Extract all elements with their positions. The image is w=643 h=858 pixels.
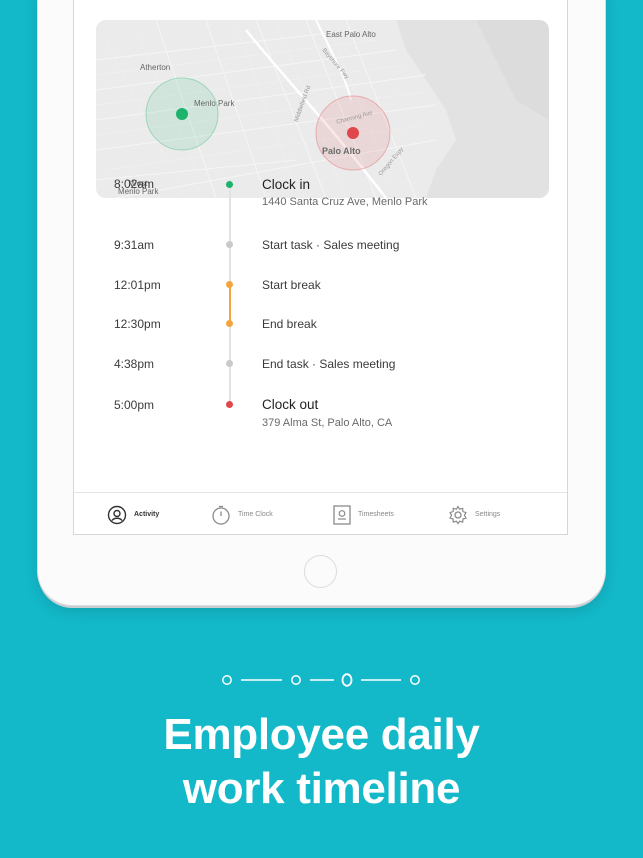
page-indicator — [220, 672, 422, 693]
timeline-time: 8:02am — [114, 177, 155, 191]
map-graphic — [96, 20, 549, 198]
tab-timesheets[interactable]: Timesheets — [333, 493, 394, 534]
headline: Employee daily work timeline — [0, 708, 643, 816]
timeline-time: 12:30pm — [114, 317, 161, 331]
timesheet-icon — [333, 504, 351, 525]
timeline-dot-clock-out — [226, 401, 233, 408]
page-dot[interactable] — [291, 675, 301, 685]
clock-out-location-pin[interactable] — [347, 127, 359, 139]
tab-label: Settings — [475, 511, 501, 518]
timeline-event: End task · Sales meeting — [262, 357, 396, 371]
timeline-time: 5:00pm — [114, 398, 155, 412]
gear-icon — [449, 504, 467, 525]
timeline-dot-break — [226, 320, 233, 327]
timeline-event: Start task · Sales meeting — [262, 238, 400, 252]
app-screen: Atherton Menlo Park West Menlo Park East… — [73, 0, 568, 535]
timeline-dot-clock-in — [226, 181, 233, 188]
map-label-atherton: Atherton — [140, 63, 171, 72]
timeline-break-connector — [229, 284, 231, 324]
map-label-menlo-park: Menlo Park — [194, 99, 235, 108]
headline-line-2: work timeline — [182, 764, 461, 813]
activity-icon — [107, 505, 127, 524]
timeline-dot-task — [226, 360, 233, 367]
map-label-east-palo-alto: East Palo Alto — [326, 30, 376, 39]
page-dot[interactable] — [410, 675, 420, 685]
tablet-frame: Atherton Menlo Park West Menlo Park East… — [38, 0, 605, 605]
stopwatch-icon — [212, 505, 230, 525]
timeline-event-clock-out: Clock out — [262, 397, 319, 412]
tab-label: Time Clock — [238, 511, 273, 518]
timeline-time: 9:31am — [114, 238, 155, 252]
timeline-dot-break — [226, 281, 233, 288]
map-label-palo-alto: Palo Alto — [322, 146, 361, 156]
tab-label: Timesheets — [358, 511, 394, 518]
timeline-event: Start break — [262, 278, 321, 292]
home-button[interactable] — [304, 555, 337, 588]
timeline-address: 379 Alma St, Palo Alto, CA — [262, 417, 393, 429]
tab-activity[interactable]: Activity — [107, 493, 160, 534]
tab-time-clock[interactable]: Time Clock — [211, 493, 273, 534]
timeline-time: 4:38pm — [114, 357, 155, 371]
page-dot[interactable] — [222, 675, 232, 685]
timeline-connector — [229, 245, 231, 284]
bottom-tab-bar: Activity Time Clock Timesheets Settings — [74, 492, 567, 534]
clock-in-location-pin[interactable] — [176, 108, 188, 120]
timeline-event: End break — [262, 317, 317, 331]
page-dot-active[interactable] — [341, 673, 353, 687]
timeline-event-clock-in: Clock in — [262, 177, 311, 192]
tab-settings[interactable]: Settings — [448, 493, 501, 534]
timeline-address: 1440 Santa Cruz Ave, Menlo Park — [262, 196, 428, 208]
headline-line-1: Employee daily — [163, 710, 480, 759]
activity-timeline: 8:02am Clock in 1440 Santa Cruz Ave, Men… — [74, 177, 567, 490]
timeline-dot-task — [226, 241, 233, 248]
timeline-time: 12:01pm — [114, 278, 161, 292]
tab-label: Activity — [134, 511, 160, 518]
map-view[interactable]: Atherton Menlo Park West Menlo Park East… — [96, 20, 549, 198]
